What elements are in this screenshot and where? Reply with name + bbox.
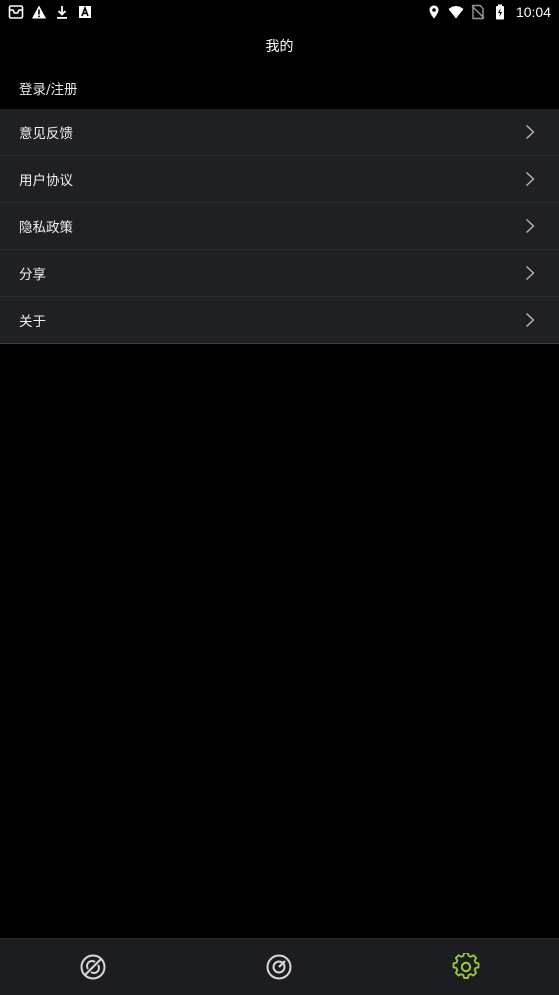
menu-item-label: 关于 [19, 314, 46, 330]
menu-item-label: 用户协议 [19, 173, 73, 189]
settings-menu: 意见反馈 用户协议 隐私政策 分享 关于 [0, 108, 559, 344]
login-register-link[interactable]: 登录/注册 [0, 68, 559, 108]
menu-item-about[interactable]: 关于 [0, 297, 559, 344]
warning-icon [31, 4, 47, 20]
download-icon [54, 4, 70, 20]
status-right-icons: 10:04 [426, 4, 551, 20]
bottom-nav [0, 938, 559, 995]
satellite-icon [80, 954, 106, 980]
wifi-icon [448, 4, 464, 20]
page-title: 我的 [265, 39, 294, 55]
menu-item-privacy-policy[interactable]: 隐私政策 [0, 203, 559, 250]
menu-item-feedback[interactable]: 意见反馈 [0, 109, 559, 156]
login-register-label: 登录/注册 [19, 82, 78, 98]
no-sim-icon [470, 4, 486, 20]
chevron-right-icon [525, 171, 535, 187]
inbox-icon [8, 4, 24, 20]
chevron-right-icon [525, 265, 535, 281]
menu-item-label: 分享 [19, 267, 46, 283]
menu-item-user-agreement[interactable]: 用户协议 [0, 156, 559, 203]
menu-item-label: 意见反馈 [19, 126, 73, 142]
status-time: 10:04 [515, 4, 551, 20]
tab-satellite[interactable] [0, 939, 186, 995]
tab-settings[interactable] [373, 939, 559, 995]
status-left-icons [8, 4, 93, 20]
speedometer-icon [266, 954, 292, 980]
menu-item-share[interactable]: 分享 [0, 250, 559, 297]
tab-speed[interactable] [186, 939, 372, 995]
chevron-right-icon [525, 124, 535, 140]
status-bar: 10:04 [0, 0, 559, 24]
settings-gear-icon [452, 953, 480, 979]
header: 我的 [0, 24, 559, 68]
chevron-right-icon [525, 218, 535, 234]
a-badge-icon [77, 4, 93, 20]
location-icon [426, 4, 442, 20]
chevron-right-icon [525, 312, 535, 328]
menu-item-label: 隐私政策 [19, 220, 73, 236]
battery-icon [492, 4, 508, 20]
